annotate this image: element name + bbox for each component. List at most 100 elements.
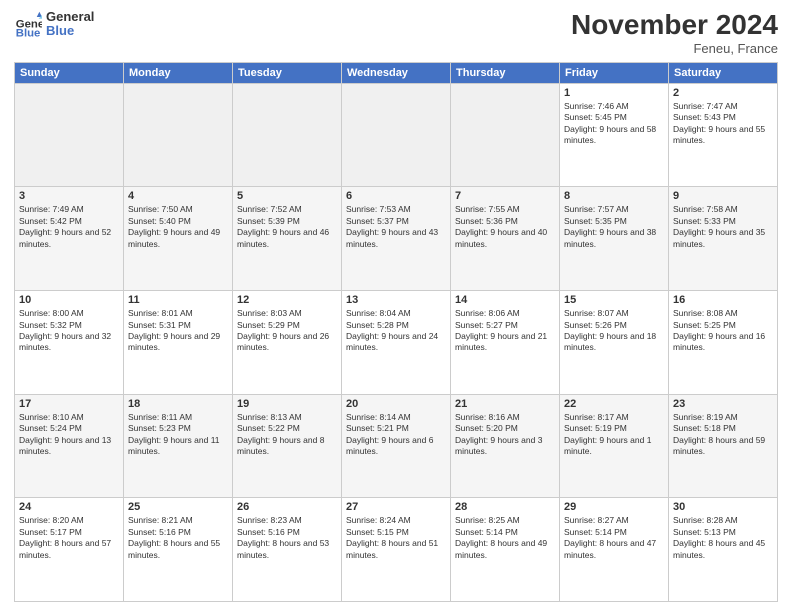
day-info: Sunrise: 7:53 AM Sunset: 5:37 PM Dayligh…	[346, 204, 446, 250]
month-title: November 2024	[571, 10, 778, 41]
title-area: November 2024 Feneu, France	[571, 10, 778, 56]
day-number: 20	[346, 398, 446, 410]
table-row: 22 Sunrise: 8:17 AM Sunset: 5:19 PM Dayli…	[560, 394, 669, 498]
day-number: 27	[346, 501, 446, 513]
table-row: 30 Sunrise: 8:28 AM Sunset: 5:13 PM Dayli…	[669, 498, 778, 602]
table-row: 1Sunrise: 7:46 AM Sunset: 5:45 PM Daylig…	[560, 83, 669, 187]
day-info: Sunrise: 8:19 AM Sunset: 5:18 PM Dayligh…	[673, 412, 773, 458]
day-number: 8	[564, 190, 664, 202]
day-number: 24	[19, 501, 119, 513]
day-number: 6	[346, 190, 446, 202]
calendar: Sunday Monday Tuesday Wednesday Thursday…	[14, 62, 778, 602]
day-number: 11	[128, 294, 228, 306]
table-row: 27Sunrise: 8:24 AM Sunset: 5:15 PM Dayli…	[342, 498, 451, 602]
day-number: 25	[128, 501, 228, 513]
table-row: 29Sunrise: 8:27 AM Sunset: 5:14 PM Dayli…	[560, 498, 669, 602]
day-number: 16	[673, 294, 773, 306]
day-number: 4	[128, 190, 228, 202]
table-row	[233, 83, 342, 187]
logo-text: General Blue	[46, 10, 94, 39]
day-number: 18	[128, 398, 228, 410]
table-row: 21 Sunrise: 8:16 AM Sunset: 5:20 PM Dayli…	[451, 394, 560, 498]
day-number: 2	[673, 87, 773, 99]
table-row	[124, 83, 233, 187]
logo: General Blue General Blue	[14, 10, 94, 39]
table-row: 9Sunrise: 7:58 AM Sunset: 5:33 PM Daylig…	[669, 187, 778, 291]
day-info: Sunrise: 8:20 AM Sunset: 5:17 PM Dayligh…	[19, 515, 119, 561]
table-row: 17 Sunrise: 8:10 AM Sunset: 5:24 PM Dayli…	[15, 394, 124, 498]
day-number: 10	[19, 294, 119, 306]
day-info: Sunrise: 7:47 AM Sunset: 5:43 PM Dayligh…	[673, 101, 773, 147]
day-number: 19	[237, 398, 337, 410]
table-row: 3 Sunrise: 7:49 AM Sunset: 5:42 PM Daylig…	[15, 187, 124, 291]
table-row: 13Sunrise: 8:04 AM Sunset: 5:28 PM Dayli…	[342, 291, 451, 395]
day-number: 13	[346, 294, 446, 306]
table-row: 23 Sunrise: 8:19 AM Sunset: 5:18 PM Dayli…	[669, 394, 778, 498]
day-info: Sunrise: 8:11 AM Sunset: 5:23 PM Dayligh…	[128, 412, 228, 458]
day-number: 5	[237, 190, 337, 202]
day-number: 26	[237, 501, 337, 513]
header: General Blue General Blue November 2024 …	[14, 10, 778, 56]
table-row: 20 Sunrise: 8:14 AM Sunset: 5:21 PM Dayli…	[342, 394, 451, 498]
calendar-header-row: Sunday Monday Tuesday Wednesday Thursday…	[15, 62, 778, 83]
day-number: 22	[564, 398, 664, 410]
day-info: Sunrise: 8:07 AM Sunset: 5:26 PM Dayligh…	[564, 308, 664, 354]
table-row: 6 Sunrise: 7:53 AM Sunset: 5:37 PM Daylig…	[342, 187, 451, 291]
table-row: 11 Sunrise: 8:01 AM Sunset: 5:31 PM Dayli…	[124, 291, 233, 395]
svg-text:Blue: Blue	[16, 28, 41, 39]
day-number: 3	[19, 190, 119, 202]
day-info: Sunrise: 8:01 AM Sunset: 5:31 PM Dayligh…	[128, 308, 228, 354]
day-number: 23	[673, 398, 773, 410]
day-info: Sunrise: 7:52 AM Sunset: 5:39 PM Dayligh…	[237, 204, 337, 250]
day-info: Sunrise: 8:27 AM Sunset: 5:14 PM Dayligh…	[564, 515, 664, 561]
day-info: Sunrise: 8:14 AM Sunset: 5:21 PM Dayligh…	[346, 412, 446, 458]
day-info: Sunrise: 8:00 AM Sunset: 5:32 PM Dayligh…	[19, 308, 119, 354]
logo-icon: General Blue	[14, 10, 42, 38]
calendar-week-1: 1Sunrise: 7:46 AM Sunset: 5:45 PM Daylig…	[15, 83, 778, 187]
table-row	[451, 83, 560, 187]
day-number: 15	[564, 294, 664, 306]
table-row: 4Sunrise: 7:50 AM Sunset: 5:40 PM Daylig…	[124, 187, 233, 291]
col-wednesday: Wednesday	[342, 62, 451, 83]
day-number: 1	[564, 87, 664, 99]
day-info: Sunrise: 8:23 AM Sunset: 5:16 PM Dayligh…	[237, 515, 337, 561]
logo-blue: Blue	[46, 24, 94, 38]
table-row: 24 Sunrise: 8:20 AM Sunset: 5:17 PM Dayli…	[15, 498, 124, 602]
day-info: Sunrise: 7:49 AM Sunset: 5:42 PM Dayligh…	[19, 204, 119, 250]
day-number: 28	[455, 501, 555, 513]
day-info: Sunrise: 8:16 AM Sunset: 5:20 PM Dayligh…	[455, 412, 555, 458]
logo-general: General	[46, 10, 94, 24]
day-info: Sunrise: 8:17 AM Sunset: 5:19 PM Dayligh…	[564, 412, 664, 458]
table-row: 10 Sunrise: 8:00 AM Sunset: 5:32 PM Dayli…	[15, 291, 124, 395]
day-info: Sunrise: 8:13 AM Sunset: 5:22 PM Dayligh…	[237, 412, 337, 458]
day-number: 21	[455, 398, 555, 410]
table-row: 8 Sunrise: 7:57 AM Sunset: 5:35 PM Daylig…	[560, 187, 669, 291]
col-thursday: Thursday	[451, 62, 560, 83]
day-info: Sunrise: 8:03 AM Sunset: 5:29 PM Dayligh…	[237, 308, 337, 354]
table-row: 7Sunrise: 7:55 AM Sunset: 5:36 PM Daylig…	[451, 187, 560, 291]
calendar-week-3: 10 Sunrise: 8:00 AM Sunset: 5:32 PM Dayli…	[15, 291, 778, 395]
day-info: Sunrise: 8:21 AM Sunset: 5:16 PM Dayligh…	[128, 515, 228, 561]
day-info: Sunrise: 8:08 AM Sunset: 5:25 PM Dayligh…	[673, 308, 773, 354]
calendar-week-5: 24 Sunrise: 8:20 AM Sunset: 5:17 PM Dayli…	[15, 498, 778, 602]
table-row: 15 Sunrise: 8:07 AM Sunset: 5:26 PM Dayli…	[560, 291, 669, 395]
day-info: Sunrise: 7:58 AM Sunset: 5:33 PM Dayligh…	[673, 204, 773, 250]
day-info: Sunrise: 8:06 AM Sunset: 5:27 PM Dayligh…	[455, 308, 555, 354]
table-row: 18 Sunrise: 8:11 AM Sunset: 5:23 PM Dayli…	[124, 394, 233, 498]
table-row: 19 Sunrise: 8:13 AM Sunset: 5:22 PM Dayli…	[233, 394, 342, 498]
day-info: Sunrise: 8:10 AM Sunset: 5:24 PM Dayligh…	[19, 412, 119, 458]
day-number: 7	[455, 190, 555, 202]
day-info: Sunrise: 8:25 AM Sunset: 5:14 PM Dayligh…	[455, 515, 555, 561]
day-info: Sunrise: 8:28 AM Sunset: 5:13 PM Dayligh…	[673, 515, 773, 561]
page: General Blue General Blue November 2024 …	[0, 0, 792, 612]
calendar-week-4: 17 Sunrise: 8:10 AM Sunset: 5:24 PM Dayli…	[15, 394, 778, 498]
day-number: 30	[673, 501, 773, 513]
col-sunday: Sunday	[15, 62, 124, 83]
location: Feneu, France	[571, 41, 778, 56]
day-info: Sunrise: 7:57 AM Sunset: 5:35 PM Dayligh…	[564, 204, 664, 250]
table-row: 28 Sunrise: 8:25 AM Sunset: 5:14 PM Dayli…	[451, 498, 560, 602]
table-row: 2 Sunrise: 7:47 AM Sunset: 5:43 PM Daylig…	[669, 83, 778, 187]
day-number: 17	[19, 398, 119, 410]
table-row: 14Sunrise: 8:06 AM Sunset: 5:27 PM Dayli…	[451, 291, 560, 395]
table-row	[342, 83, 451, 187]
